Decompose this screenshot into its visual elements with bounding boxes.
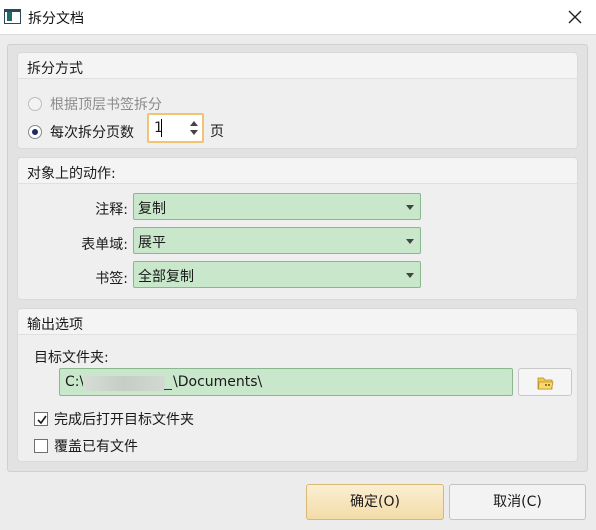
close-icon bbox=[568, 10, 582, 24]
form-field-label: 表单域: bbox=[81, 237, 128, 253]
ok-button[interactable]: 确定(O) bbox=[306, 484, 444, 520]
bookmark-value: 全部复制 bbox=[138, 269, 194, 285]
open-folder-checkbox[interactable]: 完成后打开目标文件夹 bbox=[34, 409, 194, 429]
redacted-username bbox=[83, 376, 165, 391]
form-field-value: 展平 bbox=[138, 235, 166, 251]
output-options-group: 输出选项 目标文件夹: C:\ \Documents\ 完成后打开目标文件夹 覆… bbox=[17, 308, 578, 462]
bookmark-select[interactable]: 全部复制 bbox=[133, 261, 421, 288]
radio-button bbox=[28, 97, 42, 111]
path-suffix: \Documents\ bbox=[173, 374, 263, 390]
target-folder-input[interactable]: C:\ \Documents\ bbox=[59, 368, 513, 396]
chevron-down-icon bbox=[406, 205, 414, 210]
split-by-pages-radio[interactable]: 每次拆分页数 bbox=[28, 122, 134, 142]
split-by-pages-label: 每次拆分页数 bbox=[50, 125, 134, 141]
options-panel: 拆分方式 根据顶层书签拆分 每次拆分页数 1 页 对象上的动作: 注释: 复制 … bbox=[7, 44, 588, 472]
annotation-select[interactable]: 复制 bbox=[133, 193, 421, 220]
pages-unit-label: 页 bbox=[210, 124, 224, 140]
checkbox-checked bbox=[34, 412, 48, 426]
open-folder-label: 完成后打开目标文件夹 bbox=[54, 412, 194, 428]
checkmark-icon bbox=[37, 415, 47, 425]
split-by-bookmark-label: 根据顶层书签拆分 bbox=[50, 97, 162, 113]
overwrite-files-label: 覆盖已有文件 bbox=[54, 439, 138, 455]
split-by-bookmark-radio[interactable]: 根据顶层书签拆分 bbox=[28, 94, 162, 114]
annotation-value: 复制 bbox=[138, 201, 166, 217]
path-prefix: C:\ bbox=[65, 374, 85, 390]
split-method-title: 拆分方式 bbox=[27, 61, 83, 77]
window-title: 拆分文档 bbox=[28, 11, 84, 27]
chevron-down-icon bbox=[406, 239, 414, 244]
spin-arrows-icon[interactable] bbox=[189, 118, 199, 138]
overwrite-files-checkbox[interactable]: 覆盖已有文件 bbox=[34, 436, 138, 456]
folder-browse-icon bbox=[537, 377, 554, 390]
chevron-down-icon bbox=[406, 273, 414, 278]
close-button[interactable] bbox=[560, 4, 590, 30]
document-window-icon bbox=[4, 9, 21, 24]
pages-per-split-spinbox[interactable]: 1 bbox=[147, 113, 204, 143]
dialog-body: 拆分方式 根据顶层书签拆分 每次拆分页数 1 页 对象上的动作: 注释: 复制 … bbox=[0, 34, 596, 530]
browse-folder-button[interactable] bbox=[518, 368, 572, 396]
radio-button-selected bbox=[28, 125, 42, 139]
object-actions-title: 对象上的动作: bbox=[27, 166, 116, 182]
form-field-select[interactable]: 展平 bbox=[133, 227, 421, 254]
annotation-label: 注释: bbox=[95, 202, 128, 218]
target-folder-label: 目标文件夹: bbox=[34, 350, 109, 366]
output-options-title: 输出选项 bbox=[27, 317, 83, 333]
title-bar: 拆分文档 bbox=[0, 0, 596, 34]
bookmark-label: 书签: bbox=[95, 271, 128, 287]
cancel-button[interactable]: 取消(C) bbox=[449, 484, 586, 520]
checkbox-unchecked bbox=[34, 439, 48, 453]
split-method-group: 拆分方式 根据顶层书签拆分 每次拆分页数 1 页 bbox=[17, 52, 578, 149]
object-actions-group: 对象上的动作: 注释: 复制 表单域: 展平 书签: 全部复制 bbox=[17, 157, 578, 300]
